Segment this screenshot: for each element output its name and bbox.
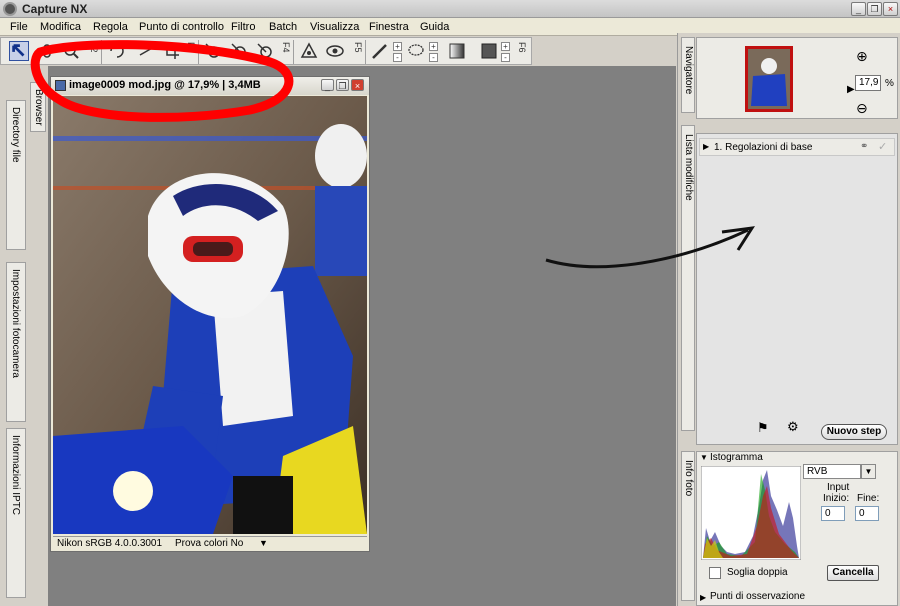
neutral-point-icon[interactable] xyxy=(255,41,275,61)
end-label: Fine: xyxy=(857,493,880,504)
zoom-in-icon[interactable]: ⊕ xyxy=(856,48,868,65)
histogram-expand-icon[interactable]: ▼ xyxy=(700,453,708,462)
watch-points-expand-icon[interactable]: ▶ xyxy=(700,593,706,602)
flag-icon[interactable]: ⚑ xyxy=(757,420,769,436)
status-dropdown-icon[interactable]: ▼ xyxy=(259,538,268,548)
navigator-tab[interactable]: Navigatore xyxy=(681,37,695,113)
menu-modifica[interactable]: Modifica xyxy=(40,21,81,33)
right-dock: Navigatore ⊕ ▶ 17,9 % ⊖ Lista modifiche … xyxy=(677,33,900,606)
title-bar: Capture NX _ ❐ × xyxy=(0,0,900,18)
toolbar: F2 F3 F4 F5 + - + - + - F6 xyxy=(0,37,532,65)
histogram-graph xyxy=(701,466,801,560)
straighten-icon[interactable] xyxy=(137,41,157,61)
menu-filtro[interactable]: Filtro xyxy=(231,21,255,33)
left-dock: Directory file Impostazioni fotocamera I… xyxy=(0,66,48,606)
expand-arrow-icon[interactable]: ▶ xyxy=(703,142,709,151)
navigator-panel: ⊕ ▶ 17,9 % ⊖ xyxy=(696,37,898,119)
crop-icon[interactable] xyxy=(161,41,181,61)
motocross-photo xyxy=(53,96,367,534)
input-start-field[interactable]: 0 xyxy=(821,506,845,521)
menu-batch[interactable]: Batch xyxy=(269,21,297,33)
minimize-button[interactable]: _ xyxy=(851,2,866,16)
watch-points-label: Punti di osservazione xyxy=(710,591,806,602)
new-step-button[interactable]: Nuovo step xyxy=(821,424,887,440)
start-label: Inizio: xyxy=(823,493,850,504)
white-point-icon[interactable] xyxy=(229,41,249,61)
toolbar-group-label-f2: F2 xyxy=(89,42,99,53)
channel-dropdown-icon[interactable]: ▼ xyxy=(861,464,876,479)
gear-icon[interactable]: ⚙ xyxy=(787,419,799,435)
image-file-icon xyxy=(55,80,66,91)
photo-info-panel: ▼ Istogramma RVB ▼ Input Inizio: Fine: 0… xyxy=(696,451,898,606)
brush-icon[interactable] xyxy=(370,41,390,61)
navigator-thumbnail[interactable] xyxy=(745,46,793,112)
double-threshold-checkbox[interactable] xyxy=(709,567,721,579)
image-maximize-button[interactable]: ❐ xyxy=(336,79,349,91)
menu-punto-di-controllo[interactable]: Punto di controllo xyxy=(139,21,224,33)
image-window: image0009 mod.jpg @ 17,9% | 3,4MB _ ❐ × xyxy=(50,76,370,552)
toolbar-group-label-f3: F3 xyxy=(186,42,196,53)
input-end-field[interactable]: 0 xyxy=(855,506,879,521)
edit-step-row[interactable]: ▶ 1. Regolazioni di base ⚭ ✓ xyxy=(699,138,895,156)
maximize-button[interactable]: ❐ xyxy=(867,2,882,16)
zoom-slider-marker-icon[interactable]: ▶ xyxy=(847,84,855,95)
menu-visualizza[interactable]: Visualizza xyxy=(310,21,359,33)
menu-file[interactable]: File xyxy=(10,21,28,33)
menu-guida[interactable]: Guida xyxy=(420,21,449,33)
channel-select[interactable]: RVB xyxy=(803,464,861,479)
directory-tab[interactable]: Directory file xyxy=(6,100,26,250)
gradient-icon[interactable] xyxy=(447,41,467,61)
image-window-caption[interactable]: image0009 mod.jpg @ 17,9% | 3,4MB _ ❐ × xyxy=(51,77,369,95)
photo-info-tab[interactable]: Info foto xyxy=(681,451,695,601)
image-window-title: image0009 mod.jpg @ 17,9% | 3,4MB xyxy=(69,79,261,91)
color-profile-label: Nikon sRGB 4.0.0.3001 xyxy=(57,538,163,549)
edit-step-label: 1. Regolazioni di base xyxy=(714,142,813,153)
menu-regola[interactable]: Regola xyxy=(93,21,128,33)
rotate-icon[interactable] xyxy=(107,41,127,61)
image-minimize-button[interactable]: _ xyxy=(321,79,334,91)
direct-select-arrow-icon[interactable] xyxy=(9,41,29,61)
zoom-icon[interactable] xyxy=(61,41,81,61)
double-threshold-label: Soglia doppia xyxy=(727,567,788,578)
toolbar-group-label-f6: F6 xyxy=(517,42,527,53)
step-enabled-checkbox[interactable]: ✓ xyxy=(878,140,887,153)
app-icon xyxy=(3,2,17,16)
toolbar-group-label-f4: F4 xyxy=(281,42,291,53)
iptc-info-tab[interactable]: Informazioni IPTC xyxy=(6,428,26,598)
image-close-button[interactable]: × xyxy=(351,79,364,91)
edit-list-panel: ▶ 1. Regolazioni di base ⚭ ✓ ⚑ ⚙ Nuovo s… xyxy=(696,133,898,445)
toolbar-group-label-f5: F5 xyxy=(353,42,363,53)
black-point-icon[interactable] xyxy=(203,41,223,61)
lasso-icon[interactable] xyxy=(406,41,426,61)
eye-icon[interactable] xyxy=(325,41,345,61)
menu-finestra[interactable]: Finestra xyxy=(369,21,409,33)
zoom-field[interactable]: 17,9 xyxy=(855,75,881,91)
red-eye-icon[interactable] xyxy=(299,41,319,61)
browser-tab[interactable]: Browser xyxy=(30,82,46,132)
zoom-out-icon[interactable]: ⊖ xyxy=(856,100,868,117)
cancel-button[interactable]: Cancella xyxy=(827,565,879,581)
input-label: Input xyxy=(827,482,850,493)
hand-icon[interactable] xyxy=(37,41,57,61)
close-button[interactable]: × xyxy=(883,2,898,16)
app-title: Capture NX xyxy=(22,2,88,16)
link-icon[interactable]: ⚭ xyxy=(860,141,868,152)
histogram-title: Istogramma xyxy=(710,452,763,463)
image-status-bar: Nikon sRGB 4.0.0.3001 Prova colori No ▼ xyxy=(53,536,367,551)
soft-proof-label[interactable]: Prova colori No xyxy=(175,538,243,549)
edit-list-tab[interactable]: Lista modifiche xyxy=(681,125,695,431)
camera-settings-tab[interactable]: Impostazioni fotocamera xyxy=(6,262,26,422)
fill-icon[interactable] xyxy=(479,41,499,61)
zoom-unit-label: % xyxy=(885,78,894,89)
